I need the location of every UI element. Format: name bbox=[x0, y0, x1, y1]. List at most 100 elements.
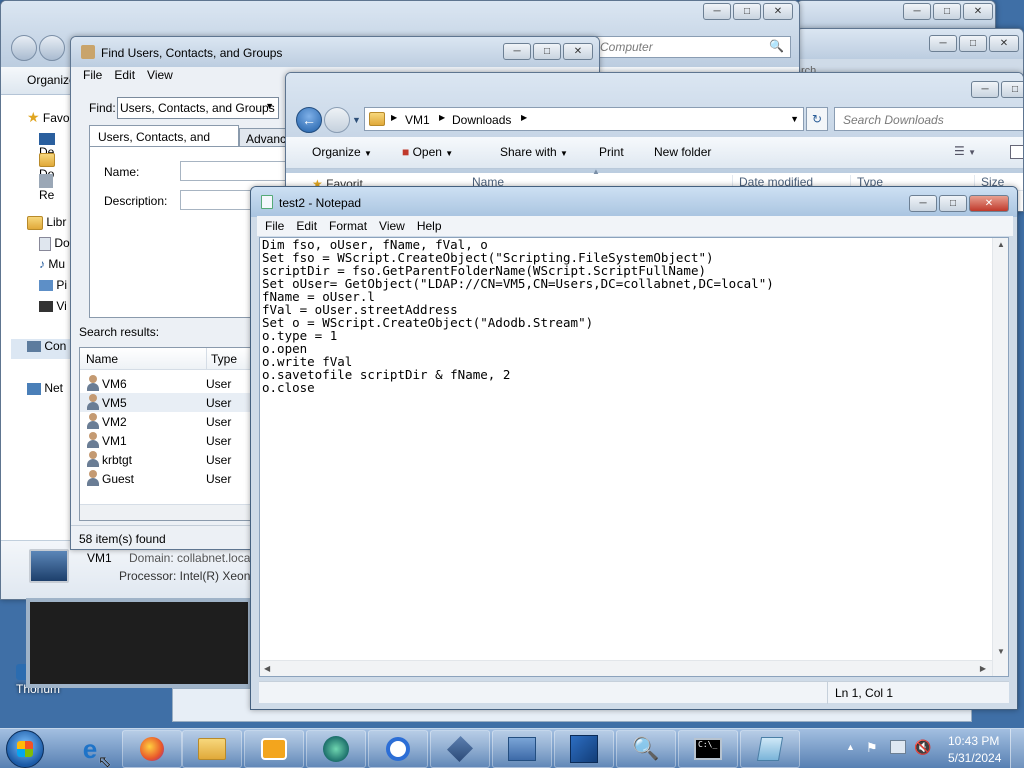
show-desktop-button[interactable] bbox=[1010, 729, 1024, 768]
column-header-name[interactable]: Name bbox=[86, 352, 118, 366]
nav-item-pictures[interactable]: Pi bbox=[39, 278, 67, 292]
start-button[interactable] bbox=[6, 730, 44, 768]
taskbar-file-explorer[interactable] bbox=[182, 730, 242, 768]
organize-button[interactable]: Organize ▼ bbox=[312, 145, 372, 159]
menu-format[interactable]: Format bbox=[323, 216, 373, 236]
find-type-select[interactable]: Users, Contacts, and Groups ▼ bbox=[117, 97, 279, 119]
menu-view[interactable]: View bbox=[141, 65, 179, 85]
taskbar-notepad[interactable] bbox=[740, 730, 800, 768]
forward-button[interactable] bbox=[324, 107, 350, 133]
taskbar-thorium[interactable] bbox=[306, 730, 366, 768]
new-folder-button[interactable]: New folder bbox=[654, 145, 711, 159]
internet-explorer-icon: e bbox=[82, 733, 98, 764]
close-button[interactable]: ✕ bbox=[763, 3, 793, 20]
share-with-button[interactable]: Share with ▼ bbox=[500, 145, 568, 159]
notepad-text-area[interactable]: Dim fso, oUser, fName, fVal, o Set fso = … bbox=[259, 237, 1009, 677]
libraries-item[interactable]: Libr bbox=[27, 215, 66, 230]
clock-time[interactable]: 10:43 PM bbox=[948, 734, 999, 748]
mouse-cursor-icon: ⬁ bbox=[98, 754, 112, 768]
tab-users-contacts-groups[interactable]: Users, Contacts, and Groups bbox=[89, 125, 239, 158]
find-dialog-menubar: File Edit View bbox=[77, 65, 179, 85]
menu-edit[interactable]: Edit bbox=[290, 216, 323, 236]
back-button[interactable]: ← bbox=[296, 107, 322, 133]
minimize-button[interactable]: ─ bbox=[503, 43, 531, 60]
text-line: Set o = WScript.CreateObject("Adodb.Stre… bbox=[262, 315, 594, 330]
nav-item-recent[interactable]: Re bbox=[39, 173, 71, 202]
computer-search-input[interactable]: Computer 🔍 bbox=[595, 36, 791, 58]
menu-file[interactable]: File bbox=[77, 65, 108, 85]
taskbar-firefox[interactable] bbox=[122, 730, 182, 768]
horizontal-scrollbar[interactable]: ◀ ▶ bbox=[260, 660, 992, 676]
windows-logo-icon bbox=[17, 741, 33, 757]
recent-places-icon bbox=[39, 173, 53, 188]
taskbar-command-prompt[interactable]: C:\_ bbox=[678, 730, 738, 768]
chevron-down-icon: ▼ bbox=[445, 149, 454, 158]
menu-edit[interactable]: Edit bbox=[108, 65, 141, 85]
back-button[interactable] bbox=[11, 35, 37, 61]
user-icon bbox=[86, 451, 100, 467]
maximize-button[interactable]: □ bbox=[939, 195, 967, 212]
scroll-down-arrow-icon[interactable]: ▼ bbox=[997, 647, 1005, 656]
open-button[interactable]: ■ Open ▼ bbox=[402, 145, 453, 159]
notepad-status-bar: Ln 1, Col 1 bbox=[259, 681, 1009, 704]
close-button[interactable]: ✕ bbox=[969, 195, 1009, 212]
breadcrumb-vm1[interactable]: VM1 bbox=[405, 113, 430, 127]
maximize-button[interactable]: □ bbox=[959, 35, 987, 52]
minimize-button[interactable]: ─ bbox=[909, 195, 937, 212]
taskbar-media-player[interactable] bbox=[244, 730, 304, 768]
column-header-type[interactable]: Type bbox=[206, 348, 237, 370]
menu-file[interactable]: File bbox=[259, 216, 290, 236]
address-bar[interactable]: ▶ VM1 ▶ Downloads ▶ ▼ bbox=[364, 107, 804, 131]
media-player-icon bbox=[261, 738, 287, 760]
forward-button[interactable] bbox=[39, 35, 65, 61]
refresh-button[interactable]: ↻ bbox=[806, 107, 828, 131]
taskbar-network-tool[interactable] bbox=[554, 730, 614, 768]
taskbar-active-directory[interactable] bbox=[492, 730, 552, 768]
find-dialog-title: Find Users, Contacts, and Groups bbox=[101, 46, 283, 60]
chevron-down-icon[interactable]: ▼ bbox=[790, 114, 799, 124]
taskbar-virtualbox[interactable] bbox=[430, 730, 490, 768]
nav-item-videos[interactable]: Vi bbox=[39, 299, 67, 313]
favorites-item[interactable]: ★ Favo bbox=[27, 109, 70, 126]
computer-item[interactable]: Con bbox=[11, 339, 71, 359]
print-button[interactable]: Print bbox=[599, 145, 624, 159]
maximize-button[interactable]: □ bbox=[733, 3, 761, 20]
maximize-button[interactable]: □ bbox=[533, 43, 561, 60]
computer-large-icon bbox=[29, 549, 69, 583]
clock-date[interactable]: 5/31/2024 bbox=[948, 751, 1001, 765]
maximize-button[interactable]: □ bbox=[1001, 81, 1023, 98]
firefox-icon bbox=[140, 737, 164, 761]
scroll-right-arrow-icon[interactable]: ▶ bbox=[980, 664, 986, 673]
chevron-down-icon: ▼ bbox=[560, 149, 568, 158]
volume-muted-icon[interactable]: 🔇 bbox=[914, 739, 931, 756]
vertical-scrollbar[interactable]: ▲ ▼ bbox=[992, 238, 1008, 676]
network-item[interactable]: Net bbox=[27, 381, 63, 395]
breadcrumb-downloads[interactable]: Downloads bbox=[452, 113, 511, 127]
close-button[interactable]: ✕ bbox=[563, 43, 593, 60]
show-hidden-icons-button[interactable]: ▲ bbox=[846, 742, 855, 752]
close-button[interactable]: ✕ bbox=[963, 3, 993, 20]
name-field[interactable] bbox=[180, 161, 290, 181]
action-center-flag-icon[interactable]: ⚑ bbox=[866, 740, 878, 756]
recent-pages-dropdown[interactable]: ▼ bbox=[352, 115, 361, 125]
cube-icon bbox=[446, 735, 474, 763]
scroll-left-arrow-icon[interactable]: ◀ bbox=[264, 664, 270, 673]
close-button[interactable]: ✕ bbox=[989, 35, 1019, 52]
view-options-icon[interactable]: ☰ ▼ bbox=[954, 144, 976, 158]
minimize-button[interactable]: ─ bbox=[929, 35, 957, 52]
organize-button[interactable]: Organize bbox=[27, 73, 76, 87]
nav-item-documents[interactable]: Do bbox=[39, 236, 70, 251]
minimize-button[interactable]: ─ bbox=[971, 81, 999, 98]
scroll-up-arrow-icon[interactable]: ▲ bbox=[997, 240, 1005, 249]
taskbar-search-tool[interactable]: 🔍 bbox=[616, 730, 676, 768]
menu-help[interactable]: Help bbox=[411, 216, 448, 236]
taskbar-chromium[interactable] bbox=[368, 730, 428, 768]
menu-view[interactable]: View bbox=[373, 216, 411, 236]
maximize-button[interactable]: □ bbox=[933, 3, 961, 20]
minimize-button[interactable]: ─ bbox=[703, 3, 731, 20]
network-status-icon[interactable] bbox=[890, 740, 906, 754]
preview-pane-icon[interactable] bbox=[1010, 145, 1023, 159]
minimize-button[interactable]: ─ bbox=[903, 3, 931, 20]
nav-item-music[interactable]: ♪ Mu bbox=[39, 257, 65, 271]
downloads-search-input[interactable]: Search Downloads bbox=[834, 107, 1023, 131]
